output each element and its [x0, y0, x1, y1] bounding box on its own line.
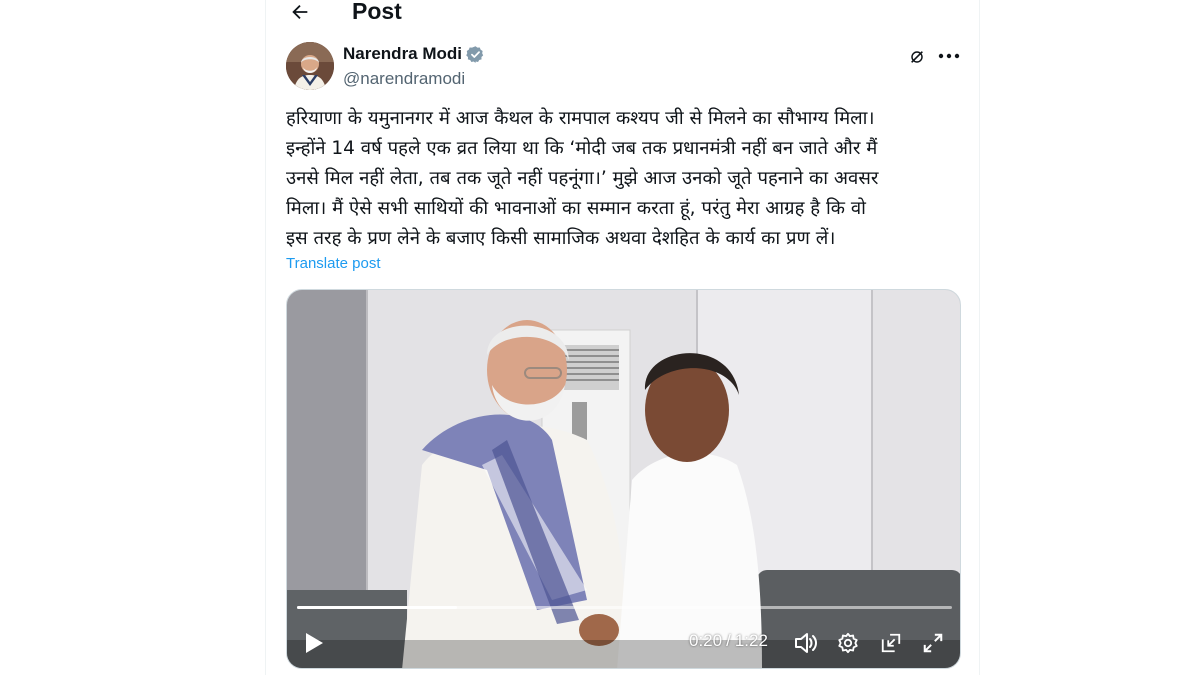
arrow-left-icon: [292, 4, 308, 20]
time-separator: /: [726, 631, 731, 650]
author-handle[interactable]: @narendramodi: [343, 69, 465, 89]
grok-button[interactable]: [906, 46, 928, 68]
back-button[interactable]: [284, 0, 316, 28]
post-text: हरियाणा के यमुनानगर में आज कैथल के रामपा…: [286, 108, 879, 249]
author-name[interactable]: Narendra Modi: [343, 44, 485, 64]
page-title: Post: [352, 0, 402, 24]
fullscreen-icon: [923, 633, 943, 653]
fullscreen-button[interactable]: [920, 630, 946, 656]
post-author: Narendra Modi @narendramodi: [286, 42, 961, 94]
post-column: Post Narendra Modi @narendramodi हरियाणा…: [265, 0, 980, 675]
duration: 1:22: [734, 631, 768, 650]
grok-icon: [911, 51, 923, 63]
video-player[interactable]: 0:20 / 1:22: [286, 289, 961, 669]
post-header: Post: [266, 0, 979, 30]
avatar[interactable]: [286, 42, 334, 90]
volume-button[interactable]: [793, 630, 819, 656]
author-name-text: Narendra Modi: [343, 44, 463, 63]
verified-badge-icon: [466, 45, 484, 63]
play-button[interactable]: [301, 630, 327, 656]
video-frame: [287, 290, 960, 668]
more-options-button[interactable]: [936, 44, 962, 68]
current-time: 0:20: [689, 631, 723, 650]
video-progress-bar[interactable]: [297, 606, 952, 609]
play-icon: [306, 633, 323, 653]
settings-button[interactable]: [835, 630, 861, 656]
picture-in-picture-icon: [881, 633, 901, 653]
video-progress-fill: [297, 606, 457, 609]
picture-in-picture-button[interactable]: [878, 630, 904, 656]
translate-post-link[interactable]: Translate post: [286, 255, 381, 272]
volume-icon: [795, 633, 817, 653]
gear-icon: [838, 632, 858, 654]
video-time: 0:20 / 1:22: [689, 631, 768, 651]
more-horizontal-icon: [938, 53, 960, 59]
